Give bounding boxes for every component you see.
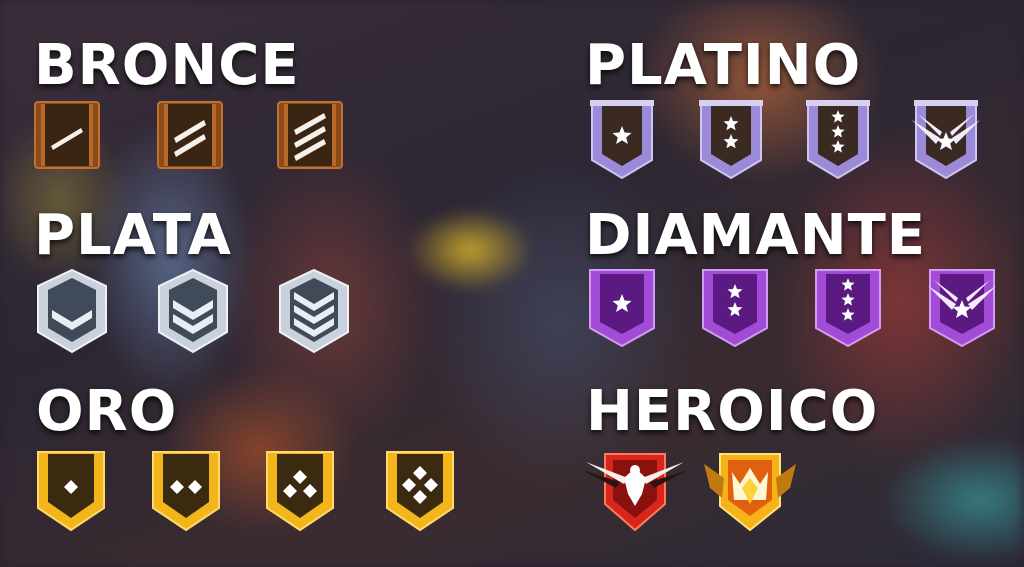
silver-two-chevrons-icon xyxy=(157,268,229,354)
tier-title-plata: PLATA xyxy=(34,203,232,268)
diamond-winged-star-icon xyxy=(926,268,998,348)
platinum-three-stars-icon xyxy=(802,98,874,180)
gold-four-diamonds-icon xyxy=(385,450,455,532)
silver-three-chevrons-icon xyxy=(278,268,350,354)
grandmaster-crown-icon xyxy=(702,448,798,534)
tier-title-bronce: BRONCE xyxy=(34,33,300,98)
bronze-two-stripes-icon xyxy=(156,100,224,170)
diamond-two-stars-icon xyxy=(699,268,771,348)
diamond-three-stars-icon xyxy=(812,268,884,348)
diamond-one-star-icon xyxy=(586,268,658,348)
tier-title-diamante: DIAMANTE xyxy=(585,203,927,268)
bronze-one-stripe-icon xyxy=(33,100,101,170)
heroic-eagle-icon xyxy=(580,448,690,534)
gold-three-diamonds-icon xyxy=(265,450,335,532)
platinum-winged-star-icon xyxy=(910,98,982,180)
tier-title-heroico: HEROICO xyxy=(586,379,879,444)
gold-one-diamond-icon xyxy=(36,450,106,532)
platinum-one-star-icon xyxy=(586,98,658,180)
tier-title-platino: PLATINO xyxy=(585,33,862,98)
gold-two-diamonds-icon xyxy=(151,450,221,532)
tier-title-oro: ORO xyxy=(36,379,178,444)
silver-one-chevron-icon xyxy=(36,268,108,354)
bronze-three-stripes-icon xyxy=(276,100,344,170)
platinum-two-stars-icon xyxy=(695,98,767,180)
